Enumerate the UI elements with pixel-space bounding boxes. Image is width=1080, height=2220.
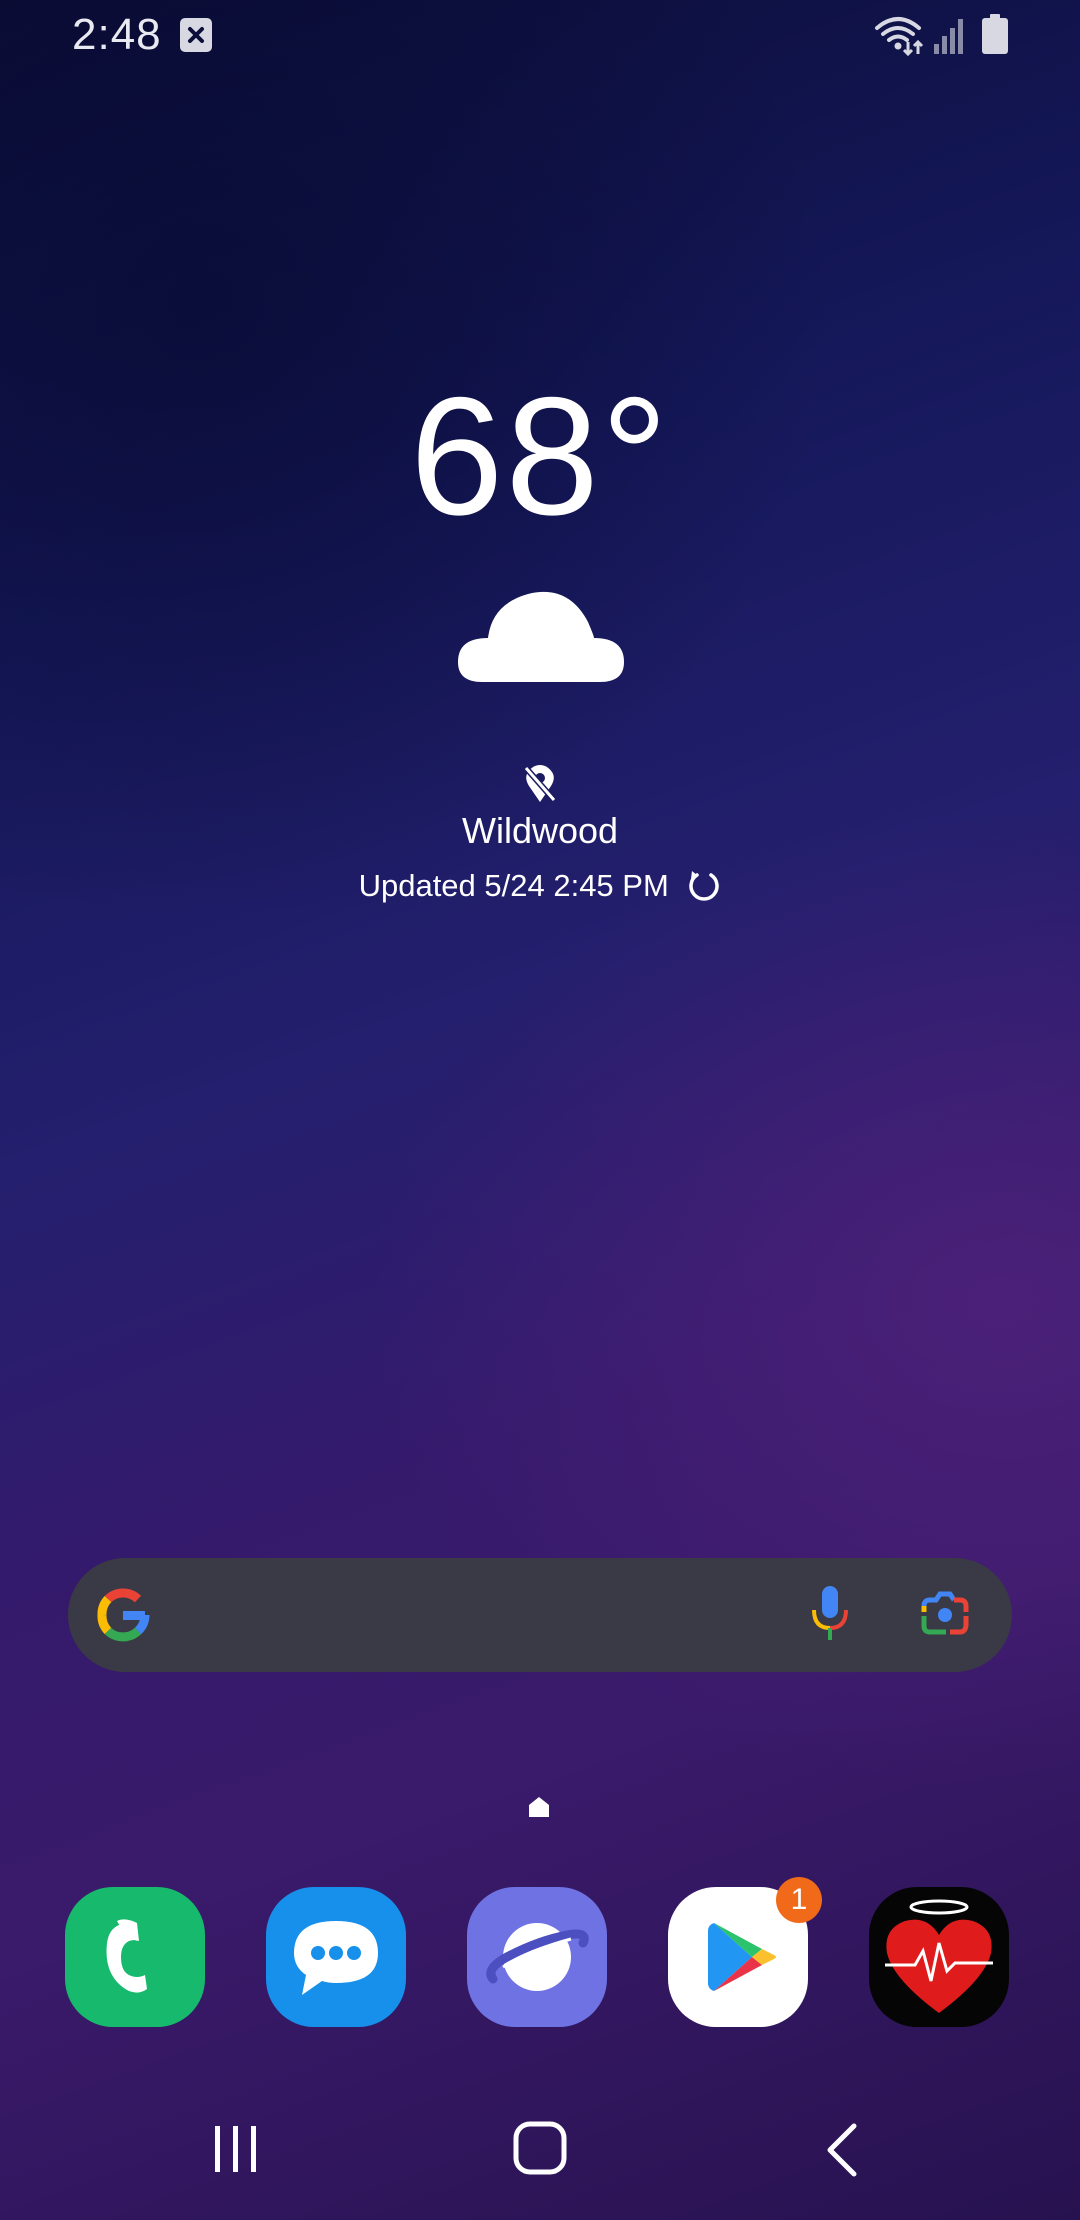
- internet-planet-icon: [486, 1923, 589, 1991]
- google-icon: [97, 1588, 150, 1642]
- back-icon[interactable]: [822, 2122, 862, 2178]
- dock-app-heart-monitor[interactable]: [869, 1887, 1009, 2027]
- refresh-icon[interactable]: [687, 869, 721, 903]
- cloud-icon: [458, 591, 624, 682]
- location-off-icon: [523, 765, 557, 802]
- recents-icon[interactable]: [212, 2124, 262, 2174]
- dock-app-messages[interactable]: [266, 1887, 406, 2027]
- heart-halo-icon: [885, 1899, 993, 2013]
- lens-icon[interactable]: [920, 1590, 970, 1636]
- wifi-icon: [875, 17, 924, 56]
- google-search-bar[interactable]: [68, 1558, 1012, 1672]
- battery-icon: [982, 14, 1008, 54]
- home-page-indicator-icon: [529, 1797, 549, 1817]
- weather-location[interactable]: Wildwood: [0, 810, 1080, 852]
- dock-app-play-store[interactable]: 1: [668, 1877, 822, 2027]
- dock-app-internet[interactable]: [467, 1887, 607, 2027]
- messages-icon: [294, 1921, 378, 1995]
- weather-updated-text: Updated 5/24 2:45 PM: [358, 867, 669, 903]
- mic-icon[interactable]: [810, 1584, 850, 1644]
- notification-close-icon: [180, 18, 212, 52]
- signal-icon: [934, 19, 963, 54]
- weather-updated-row: Updated 5/24 2:45 PM: [0, 866, 1080, 904]
- home-icon[interactable]: [512, 2120, 568, 2176]
- status-bar: 2:48: [0, 0, 1080, 74]
- phone-icon: [106, 1919, 147, 1993]
- status-time: 2:48: [72, 10, 162, 59]
- notification-badge: 1: [776, 1877, 822, 1923]
- weather-temperature[interactable]: 68°: [0, 360, 1080, 553]
- dock-app-phone[interactable]: [65, 1887, 205, 2027]
